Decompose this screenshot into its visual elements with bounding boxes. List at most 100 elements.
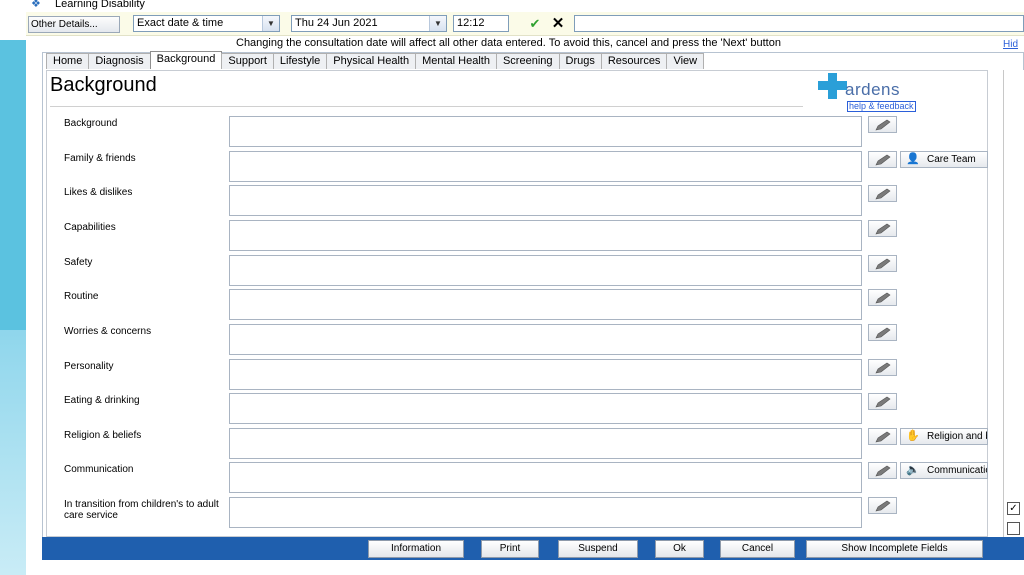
confirm-check-icon[interactable]: ✔: [524, 15, 546, 32]
field-label-transition: In transition from children's to adult c…: [64, 499, 219, 521]
religion-beliefs-button[interactable]: ✋ Religion and beliefs: [900, 428, 988, 445]
show-incomplete-fields-button[interactable]: Show Incomplete Fields: [806, 540, 983, 558]
window-title-bar: [26, 0, 1024, 12]
tab-view[interactable]: View: [666, 53, 705, 69]
title-divider: [50, 106, 803, 107]
time-input[interactable]: 12:12: [453, 15, 509, 32]
tab-bar: Home Diagnosis Background Support Lifest…: [46, 51, 705, 70]
template-icon: ❖: [31, 0, 41, 10]
speaker-icon: 🔈: [906, 464, 920, 476]
eating-drinking-input[interactable]: [229, 393, 862, 424]
edit-religion-beliefs-button[interactable]: [868, 428, 897, 445]
person-icon: 👤: [906, 153, 920, 165]
hide-link[interactable]: Hid: [1003, 39, 1018, 50]
date-value: Thu 24 Jun 2021: [295, 17, 378, 29]
capabilities-input[interactable]: [229, 220, 862, 251]
communication-input[interactable]: [229, 462, 862, 493]
family-friends-input[interactable]: [229, 151, 862, 182]
field-label-background: Background: [64, 118, 118, 129]
right-side-panel: [1003, 70, 1024, 560]
field-label-personality: Personality: [64, 361, 114, 372]
edit-routine-button[interactable]: [868, 289, 897, 306]
chevron-down-icon[interactable]: ▼: [429, 16, 446, 31]
routine-input[interactable]: [229, 289, 862, 320]
tab-screening[interactable]: Screening: [495, 53, 560, 69]
pencil-icon: [875, 362, 891, 374]
pencil-icon: [875, 465, 891, 477]
pencil-icon: [875, 154, 891, 166]
pencil-icon: [875, 258, 891, 270]
praying-hands-icon: ✋: [906, 430, 920, 442]
edit-worries-concerns-button[interactable]: [868, 324, 897, 341]
safety-input[interactable]: [229, 255, 862, 286]
pencil-icon: [875, 119, 891, 131]
tab-physical-health[interactable]: Physical Health: [326, 53, 417, 69]
ardens-logo-text: ardens: [845, 80, 900, 99]
field-label-routine: Routine: [64, 291, 99, 302]
chevron-down-icon[interactable]: ▼: [262, 16, 279, 31]
tab-diagnosis[interactable]: Diagnosis: [88, 53, 151, 69]
religion-beliefs-input[interactable]: [229, 428, 862, 459]
communication-button[interactable]: 🔈 Communication: [900, 462, 988, 479]
field-label-safety: Safety: [64, 257, 93, 268]
consultation-text-field[interactable]: [574, 15, 1024, 32]
checkbox-unchecked[interactable]: [1007, 522, 1020, 535]
field-label-likes-dislikes: Likes & dislikes: [64, 187, 133, 198]
tab-mental-health[interactable]: Mental Health: [415, 53, 497, 69]
cancel-button[interactable]: Cancel: [720, 540, 795, 558]
window-title: Learning Disability: [55, 0, 145, 10]
edit-capabilities-button[interactable]: [868, 220, 897, 237]
page-title: Background: [50, 74, 157, 96]
pencil-icon: [875, 431, 891, 443]
help-feedback-link[interactable]: help & feedback: [847, 101, 916, 112]
care-team-button[interactable]: 👤 Care Team: [900, 151, 988, 168]
other-details-button[interactable]: Other Details...: [28, 16, 120, 33]
edit-family-friends-button[interactable]: [868, 151, 897, 168]
checkbox-checked[interactable]: ✓: [1007, 502, 1020, 515]
background-input[interactable]: [229, 116, 862, 147]
suspend-button[interactable]: Suspend: [558, 540, 638, 558]
date-select[interactable]: Thu 24 Jun 2021 ▼: [291, 15, 447, 32]
field-label-worries-concerns: Worries & concerns: [64, 326, 152, 337]
information-button[interactable]: Information: [368, 540, 464, 558]
tab-support[interactable]: Support: [221, 53, 274, 69]
edit-safety-button[interactable]: [868, 255, 897, 272]
transition-input[interactable]: [229, 497, 862, 528]
worries-concerns-input[interactable]: [229, 324, 862, 355]
edit-background-button[interactable]: [868, 116, 897, 133]
edit-eating-drinking-button[interactable]: [868, 393, 897, 410]
tab-home[interactable]: Home: [46, 53, 90, 69]
date-mode-select[interactable]: Exact date & time ▼: [133, 15, 280, 32]
edit-communication-button[interactable]: [868, 462, 897, 479]
likes-dislikes-input[interactable]: [229, 185, 862, 216]
field-label-capabilities: Capabilities: [64, 222, 116, 233]
left-decoration-light: [0, 330, 26, 575]
pencil-icon: [875, 292, 891, 304]
close-icon[interactable]: ✕: [548, 15, 568, 32]
religion-beliefs-label: Religion and beliefs: [927, 431, 987, 442]
learning-disability-template: ❖ Learning Disability Other Details... E…: [0, 0, 1024, 575]
field-label-communication: Communication: [64, 464, 134, 475]
ardens-logo-icon: [818, 73, 848, 99]
date-change-warning: Changing the consultation date will affe…: [236, 37, 781, 49]
tab-lifestyle[interactable]: Lifestyle: [272, 53, 328, 69]
edit-personality-button[interactable]: [868, 359, 897, 376]
edit-transition-button[interactable]: [868, 497, 897, 514]
field-label-family-friends: Family & friends: [64, 153, 136, 164]
pencil-icon: [875, 188, 891, 200]
communication-label: Communication: [927, 465, 987, 476]
edit-likes-dislikes-button[interactable]: [868, 185, 897, 202]
date-mode-value: Exact date & time: [137, 17, 224, 29]
pencil-icon: [875, 327, 891, 339]
ok-button[interactable]: Ok: [655, 540, 704, 558]
tab-resources[interactable]: Resources: [600, 53, 668, 69]
bottom-margin: [26, 560, 1024, 575]
print-button[interactable]: Print: [481, 540, 539, 558]
pencil-icon: [875, 223, 891, 235]
consultation-toolbar: Other Details... Exact date & time ▼ Thu…: [26, 12, 1024, 36]
pencil-icon: [875, 396, 891, 408]
personality-input[interactable]: [229, 359, 862, 390]
tab-background[interactable]: Background: [149, 51, 223, 69]
pencil-icon: [875, 500, 891, 512]
tab-drugs[interactable]: Drugs: [558, 53, 602, 69]
